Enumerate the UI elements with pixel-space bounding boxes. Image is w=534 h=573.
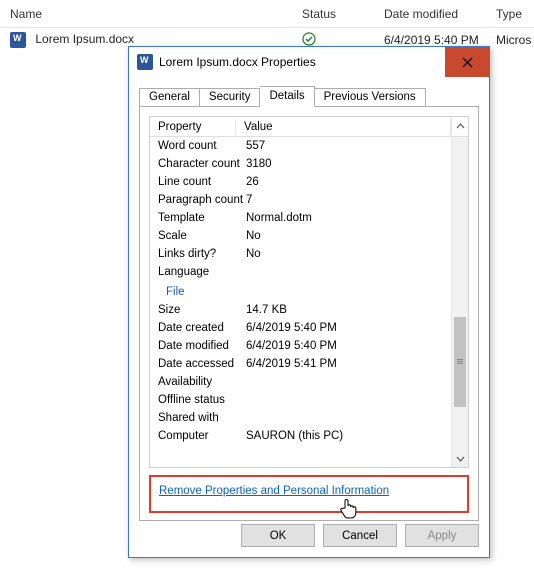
prop-row: Character count3180 <box>150 155 451 173</box>
explorer-column-headers: Name Status Date modified Type <box>0 0 534 28</box>
cancel-button[interactable]: Cancel <box>323 524 397 547</box>
prop-row: Shared with <box>150 409 451 427</box>
scrollbar[interactable] <box>451 137 468 467</box>
titlebar[interactable]: Lorem Ipsum.docx Properties <box>129 47 489 77</box>
prop-row: Availability <box>150 373 451 391</box>
section-file: File <box>150 281 451 301</box>
prop-row: ComputerSAURON (this PC) <box>150 427 451 445</box>
prop-row: Paragraph count7 <box>150 191 451 209</box>
prop-row: Links dirty?No <box>150 245 451 263</box>
dialog-button-row: OK Cancel Apply <box>139 524 479 547</box>
col-header-status[interactable]: Status <box>292 1 374 27</box>
prop-row: Size14.7 KB <box>150 301 451 319</box>
tab-details[interactable]: Details <box>260 86 314 107</box>
prop-row: Date modified6/4/2019 5:40 PM <box>150 337 451 355</box>
prop-row: Line count26 <box>150 173 451 191</box>
header-property[interactable]: Property <box>150 119 236 135</box>
prop-row: Word count557 <box>150 137 451 155</box>
dialog-title: Lorem Ipsum.docx Properties <box>159 55 316 69</box>
ok-button[interactable]: OK <box>241 524 315 547</box>
property-list-body[interactable]: Word count557 Character count3180 Line c… <box>150 137 451 467</box>
scroll-up-button[interactable] <box>451 117 468 136</box>
remove-properties-highlight: Remove Properties and Personal Informati… <box>149 475 469 513</box>
prop-row: Date accessed6/4/2019 5:41 PM <box>150 355 451 373</box>
chevron-up-icon <box>456 122 465 131</box>
close-icon <box>462 57 473 68</box>
col-header-date[interactable]: Date modified <box>374 1 486 27</box>
tab-strip: General Security Details Previous Versio… <box>139 85 479 107</box>
tab-general[interactable]: General <box>139 88 200 107</box>
file-name: Lorem Ipsum.docx <box>35 32 134 46</box>
prop-row: Language <box>150 263 451 281</box>
prop-row: ScaleNo <box>150 227 451 245</box>
col-header-name[interactable]: Name <box>0 1 292 27</box>
tab-security[interactable]: Security <box>200 88 261 107</box>
prop-row: TemplateNormal.dotm <box>150 209 451 227</box>
col-header-type[interactable]: Type <box>486 1 534 27</box>
close-button[interactable] <box>445 47 489 77</box>
scroll-down-button[interactable] <box>452 450 468 467</box>
file-type: Micros <box>486 33 534 47</box>
tab-previous-versions[interactable]: Previous Versions <box>315 88 426 107</box>
file-date: 6/4/2019 5:40 PM <box>374 33 486 47</box>
word-doc-icon <box>137 54 153 70</box>
chevron-down-icon <box>456 454 465 463</box>
details-panel: Property Value Word count557 Character c… <box>139 106 479 521</box>
apply-button: Apply <box>405 524 479 547</box>
properties-dialog: Lorem Ipsum.docx Properties General Secu… <box>128 46 490 558</box>
remove-properties-link[interactable]: Remove Properties and Personal Informati… <box>159 485 389 497</box>
prop-row: Offline status <box>150 391 451 409</box>
prop-row: Date created6/4/2019 5:40 PM <box>150 319 451 337</box>
header-value[interactable]: Value <box>236 119 451 135</box>
property-list: Property Value Word count557 Character c… <box>149 116 469 468</box>
property-list-header: Property Value <box>150 117 468 137</box>
scrollbar-thumb[interactable] <box>454 317 466 407</box>
word-doc-icon <box>10 32 26 48</box>
